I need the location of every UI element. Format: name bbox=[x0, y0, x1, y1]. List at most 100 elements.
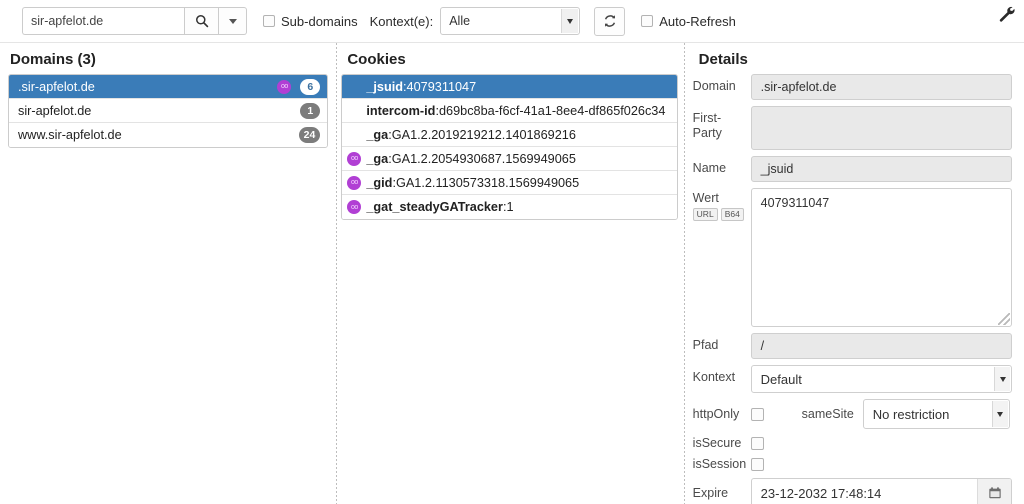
details-wert-encoders: URL B64 bbox=[692, 208, 751, 221]
details-wert-label-group: Wert URL B64 bbox=[692, 188, 751, 221]
details-httponly-row: httpOnly sameSite No restriction bbox=[693, 399, 1012, 429]
details-expire-field-group: 23-12-2032 17:48:14 bbox=[750, 478, 1012, 504]
domain-row[interactable]: sir-apfelot.de 1 bbox=[9, 99, 328, 123]
details-issession-label: isSession bbox=[692, 457, 747, 471]
details-firstparty-row: First- Party bbox=[693, 106, 1012, 150]
domain-label: www.sir-apfelot.de bbox=[18, 128, 122, 142]
details-wert-row: Wert URL B64 4079311047 bbox=[692, 188, 1012, 327]
domain-row[interactable]: www.sir-apfelot.de 24 bbox=[9, 123, 328, 147]
details-wert-textarea[interactable]: 4079311047 bbox=[750, 188, 1012, 327]
details-pfad-value: / bbox=[760, 339, 765, 353]
details-expire-row: Expire 23-12-2032 17:48:14 bbox=[693, 478, 1012, 504]
cookie-value: 4079311047 bbox=[406, 79, 477, 94]
url-encode-button[interactable]: URL bbox=[692, 208, 718, 221]
details-kontext-row: Kontext Default bbox=[693, 365, 1012, 393]
settings-button[interactable] bbox=[996, 4, 1016, 24]
cookie-row[interactable]: _jsuid:4079311047 bbox=[342, 75, 677, 99]
autorefresh-checkbox-row[interactable]: Auto-Refresh bbox=[641, 14, 736, 29]
cookie-name: _ga bbox=[366, 127, 389, 142]
cookie-value: GA1.2.1130573318.1569949065 bbox=[395, 175, 580, 190]
container-icon: oo bbox=[347, 200, 362, 214]
wrench-icon bbox=[999, 6, 1015, 22]
chevron-down-icon bbox=[991, 401, 1008, 427]
container-icon: oo bbox=[277, 79, 292, 94]
details-issession-row: isSession bbox=[693, 457, 1012, 471]
httponly-checkbox[interactable] bbox=[750, 407, 764, 421]
cookie-label: _gid:GA1.2.1130573318.1569949065 bbox=[366, 175, 580, 190]
main-panes: Domains (3) .sir-apfelot.de oo 6 sir-apf… bbox=[0, 43, 1024, 504]
details-samesite-label: sameSite bbox=[801, 407, 854, 421]
search-icon bbox=[195, 15, 208, 28]
chevron-down-icon bbox=[994, 367, 1010, 391]
cookie-label: intercom-id:d69bc8ba-f6cf-41a1-8ee4-df86… bbox=[366, 103, 666, 118]
details-name-field[interactable]: _jsuid bbox=[750, 156, 1012, 182]
details-form: Domain .sir-apfelot.de First- Party Name … bbox=[685, 74, 1024, 504]
subdomains-label: Sub-domains bbox=[281, 13, 358, 29]
details-issecure-label: isSecure bbox=[692, 436, 742, 450]
search-options-dropdown-button[interactable] bbox=[219, 7, 247, 35]
cookie-row[interactable]: intercom-id:d69bc8ba-f6cf-41a1-8ee4-df86… bbox=[342, 99, 677, 123]
refresh-button[interactable] bbox=[594, 6, 626, 36]
details-pfad-field[interactable]: / bbox=[750, 333, 1012, 359]
cookie-name: intercom-id bbox=[366, 103, 436, 118]
details-wert-value: 4079311047 bbox=[760, 196, 830, 210]
issession-checkbox[interactable] bbox=[750, 457, 764, 471]
autorefresh-checkbox[interactable] bbox=[641, 15, 654, 27]
cookies-title: Cookies bbox=[347, 51, 406, 68]
container-icon: oo bbox=[347, 175, 362, 190]
details-kontext-value: Default bbox=[760, 371, 802, 387]
cookie-row[interactable]: oo _gat_steadyGATracker:1 bbox=[342, 195, 677, 219]
chevron-down-icon bbox=[561, 9, 579, 33]
cookie-row[interactable]: _ga:GA1.2.2019219212.1401869216 bbox=[342, 123, 677, 147]
details-pane: Details Domain .sir-apfelot.de First- Par… bbox=[685, 43, 1024, 504]
search-button[interactable] bbox=[184, 7, 219, 35]
details-kontext-select[interactable]: Default bbox=[750, 365, 1012, 393]
domain-label: .sir-apfelot.de bbox=[18, 79, 95, 94]
cookie-row[interactable]: oo _ga:GA1.2.2054930687.1569949065 bbox=[342, 147, 677, 171]
details-expire-label: Expire bbox=[692, 486, 729, 500]
details-wert-label: Wert bbox=[692, 191, 719, 205]
cookie-value: 1 bbox=[506, 200, 514, 214]
details-pfad-label: Pfad bbox=[692, 338, 719, 352]
details-kontext-label: Kontext bbox=[692, 370, 736, 384]
domains-pane: Domains (3) .sir-apfelot.de oo 6 sir-apf… bbox=[0, 43, 336, 504]
cookie-value: GA1.2.2019219212.1401869216 bbox=[391, 127, 576, 142]
details-name-row: Name _jsuid bbox=[693, 156, 1012, 182]
cookie-name: _ga bbox=[366, 151, 389, 166]
cookie-name: _jsuid bbox=[366, 79, 404, 94]
subdomains-checkbox-row[interactable]: Sub-domains bbox=[263, 14, 358, 29]
details-issecure-row: isSecure bbox=[693, 436, 1012, 450]
domain-row[interactable]: .sir-apfelot.de oo 6 bbox=[9, 75, 328, 99]
search-group bbox=[22, 7, 247, 35]
details-expire-value[interactable]: 23-12-2032 17:48:14 bbox=[752, 479, 977, 504]
calendar-icon bbox=[988, 487, 1001, 499]
domain-label: sir-apfelot.de bbox=[18, 103, 92, 118]
kontext-filter-value: Alle bbox=[449, 14, 471, 28]
cookie-label: _ga:GA1.2.2054930687.1569949065 bbox=[366, 151, 576, 166]
details-firstparty-label: First- Party bbox=[692, 111, 722, 140]
details-firstparty-field[interactable] bbox=[750, 106, 1012, 150]
details-samesite-value: No restriction bbox=[872, 406, 950, 422]
cookie-row[interactable]: oo _gid:GA1.2.1130573318.1569949065 bbox=[342, 171, 677, 195]
domain-count-badge: 24 bbox=[298, 127, 321, 143]
cookies-list: _jsuid:4079311047 intercom-id:d69bc8ba-f… bbox=[341, 74, 678, 220]
expire-calendar-button[interactable] bbox=[977, 479, 1011, 504]
autorefresh-label: Auto-Refresh bbox=[659, 13, 736, 29]
cookie-name: _gat_steadyGATracker bbox=[366, 200, 503, 214]
resize-grip-icon[interactable] bbox=[998, 313, 1010, 325]
b64-encode-button[interactable]: B64 bbox=[720, 208, 744, 221]
issecure-checkbox[interactable] bbox=[750, 436, 764, 450]
cookie-name: _gid bbox=[366, 175, 393, 190]
details-samesite-select[interactable]: No restriction bbox=[862, 399, 1010, 429]
cookies-pane: Cookies _jsuid:4079311047 intercom-id:d6… bbox=[337, 43, 683, 504]
details-title: Details bbox=[698, 51, 748, 68]
domain-count-badge: 1 bbox=[300, 102, 321, 119]
details-domain-field[interactable]: .sir-apfelot.de bbox=[750, 74, 1012, 100]
details-domain-value: .sir-apfelot.de bbox=[760, 80, 837, 94]
domains-title: Domains (3) bbox=[10, 51, 96, 68]
subdomains-checkbox[interactable] bbox=[263, 15, 275, 27]
cookie-label: _jsuid:4079311047 bbox=[366, 79, 477, 94]
kontext-filter-select[interactable]: Alle bbox=[440, 7, 581, 35]
cookie-value: d69bc8ba-f6cf-41a1-8ee4-df865f026c34 bbox=[438, 103, 666, 118]
search-input[interactable] bbox=[22, 7, 184, 35]
